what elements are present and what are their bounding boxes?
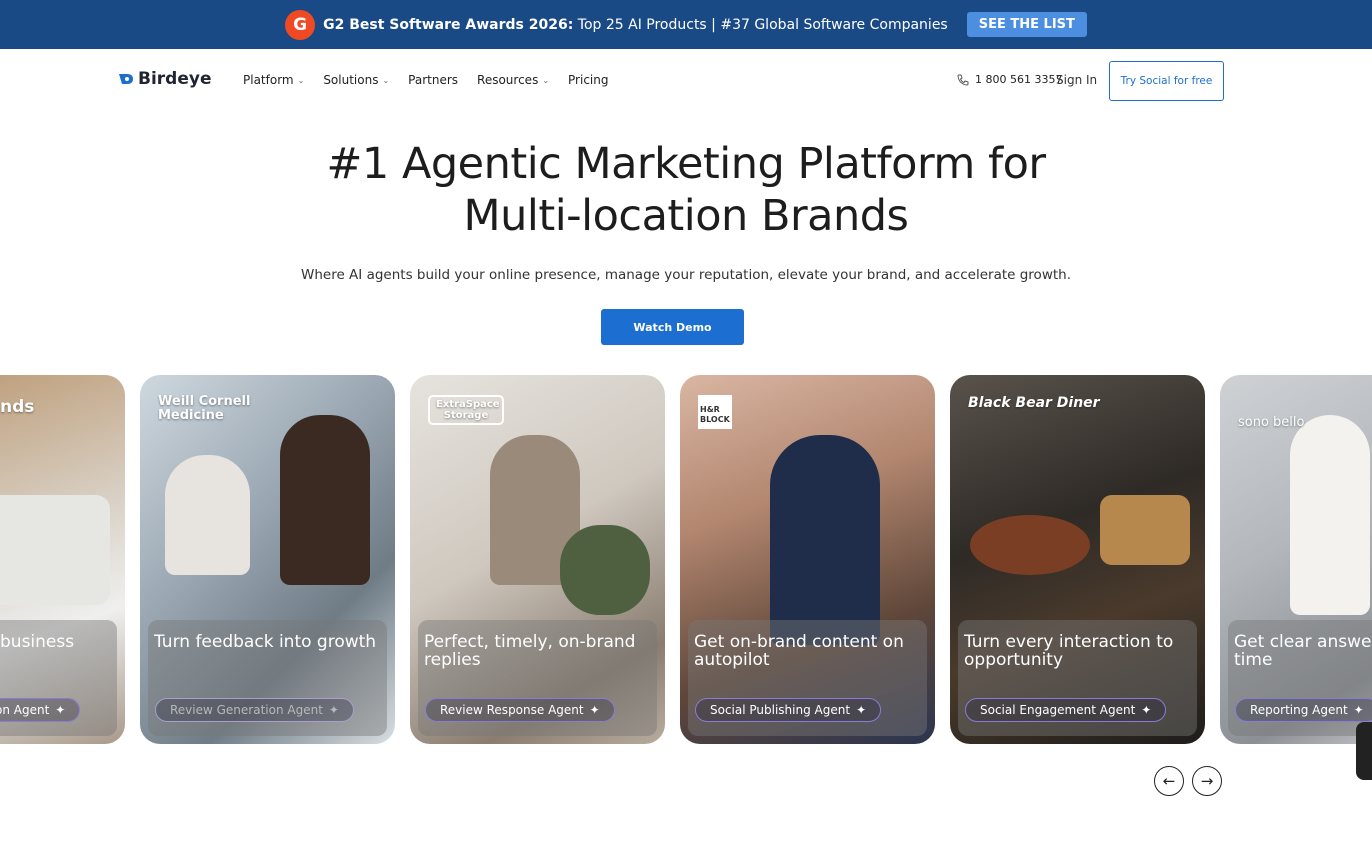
awards-banner: G G2 Best Software Awards 2026: Top 25 A…: [0, 0, 1372, 49]
see-the-list-button[interactable]: SEE THE LIST: [966, 12, 1087, 37]
arrow-left-icon[interactable]: ←: [1154, 766, 1184, 796]
try-social-button[interactable]: Try Social for free: [1109, 61, 1224, 101]
arrow-right-icon[interactable]: →: [1192, 766, 1222, 796]
agent-card[interactable]: ExtraSpace Storage Perfect, timely, on-b…: [410, 375, 665, 744]
menu-label: Pricing: [568, 73, 609, 87]
card-headline: Turn feedback into growth: [154, 632, 377, 652]
sparkle-icon: ✦: [328, 703, 339, 717]
phone-icon: [957, 74, 969, 86]
main-menu: Platform ⌄ Solutions ⌄ Partners Resources ⌄…: [243, 73, 627, 87]
birdeye-mark-icon: [119, 74, 133, 84]
agent-pill[interactable]: Social Engagement Agent ✦: [965, 698, 1167, 722]
hero-title-line2: Multi-location Brands: [463, 191, 909, 241]
menu-label: Platform: [243, 73, 294, 87]
card-headline: Get clear answe time: [1234, 632, 1372, 670]
sparkle-icon: ✦: [1141, 703, 1152, 717]
top-navigation: Birdeye Platform ⌄ Solutions ⌄ Partners Re…: [0, 49, 1372, 112]
agent-card[interactable]: sono bello Get clear answe time Reportin…: [1220, 375, 1372, 744]
agent-card[interactable]: Black Bear Diner Turn every interaction …: [950, 375, 1205, 744]
g2-logo-icon: G: [285, 9, 316, 40]
hero-subtitle: Where AI agents build your online presen…: [301, 267, 1071, 283]
menu-label: Partners: [408, 73, 459, 87]
menu-label: Solutions: [323, 73, 379, 87]
logo-text: Birdeye: [138, 69, 212, 89]
card-headline: Get on-brand content on autopilot: [694, 632, 904, 670]
menu-item-platform[interactable]: Platform ⌄: [243, 73, 304, 87]
menu-item-pricing[interactable]: Pricing: [568, 73, 608, 87]
agent-pill[interactable]: Reporting Agent ✦: [1235, 698, 1372, 722]
card-brand-logo: ExtraSpace Storage: [428, 395, 504, 425]
card-photo: [0, 495, 110, 605]
agent-pill-label: Social Publishing Agent: [710, 703, 851, 717]
agent-pill[interactable]: on Agent ✦: [0, 698, 81, 722]
sparkle-icon: ✦: [589, 703, 600, 717]
agent-pill[interactable]: Review Generation Agent ✦: [155, 698, 354, 722]
chat-widget-tab[interactable]: [1356, 722, 1372, 780]
agent-cards-carousel: nds business on Agent ✦ Weill Cornell Med…: [0, 375, 1372, 745]
agent-pill-label: Reporting Agent: [1250, 703, 1348, 717]
menu-label: Resources: [477, 73, 539, 87]
agent-card[interactable]: Weill Cornell Medicine Turn feedback int…: [140, 375, 395, 744]
agent-pill[interactable]: Social Publishing Agent ✦: [695, 698, 882, 722]
menu-item-resources[interactable]: Resources ⌄: [477, 73, 549, 87]
card-headline: Perfect, timely, on-brand replies: [424, 632, 636, 670]
card-headline: business: [0, 632, 75, 652]
card-headline: Turn every interaction to opportunity: [964, 632, 1174, 670]
chevron-down-icon: ⌄: [297, 75, 305, 85]
banner-detail-text: Top 25 AI Products | #37 Global Software…: [573, 16, 948, 33]
banner-text: G2 Best Software Awards 2026: Top 25 AI …: [323, 17, 948, 33]
agent-card[interactable]: nds business on Agent ✦: [0, 375, 125, 744]
phone-link[interactable]: 1 800 561 3357: [957, 73, 1062, 86]
card-photo: [1100, 495, 1190, 565]
banner-bold-text: G2 Best Software Awards 2026:: [323, 16, 574, 33]
card-brand-logo: nds: [0, 397, 35, 417]
sparkle-icon: ✦: [55, 703, 66, 717]
card-photo: [280, 415, 370, 585]
hero-title: #1 Agentic Marketing Platform for Multi-…: [186, 138, 1186, 242]
watch-demo-button[interactable]: Watch Demo: [601, 309, 744, 345]
chevron-down-icon: ⌄: [542, 75, 550, 85]
card-photo: [165, 455, 250, 575]
card-brand-logo: Black Bear Diner: [968, 395, 1100, 411]
card-brand-logo: sono bello: [1238, 415, 1305, 430]
sparkle-icon: ✦: [1353, 703, 1364, 717]
card-photo: [770, 435, 880, 645]
hero-title-line1: #1 Agentic Marketing Platform for: [326, 139, 1046, 189]
agent-pill-label: on Agent: [0, 703, 50, 717]
agent-pill-label: Review Response Agent: [440, 703, 584, 717]
phone-number: 1 800 561 3357: [975, 73, 1063, 86]
menu-item-solutions[interactable]: Solutions ⌄: [323, 73, 389, 87]
card-photo: [1290, 415, 1370, 615]
menu-item-partners[interactable]: Partners: [408, 73, 458, 87]
card-brand-logo: Weill Cornell Medicine: [158, 394, 251, 423]
sparkle-icon: ✦: [856, 703, 867, 717]
card-photo: [560, 525, 650, 615]
agent-pill-label: Review Generation Agent: [170, 703, 323, 717]
carousel-controls: ← →: [1154, 766, 1222, 796]
agent-card[interactable]: H&R BLOCK Get on-brand content on autopi…: [680, 375, 935, 744]
birdeye-logo[interactable]: Birdeye: [118, 69, 211, 89]
sign-in-link[interactable]: Sign In: [1056, 73, 1097, 87]
agent-pill[interactable]: Review Response Agent ✦: [425, 698, 615, 722]
agent-pill-label: Social Engagement Agent: [980, 703, 1136, 717]
card-brand-logo: H&R BLOCK: [698, 395, 732, 429]
chevron-down-icon: ⌄: [382, 75, 390, 85]
card-photo: [970, 515, 1090, 575]
